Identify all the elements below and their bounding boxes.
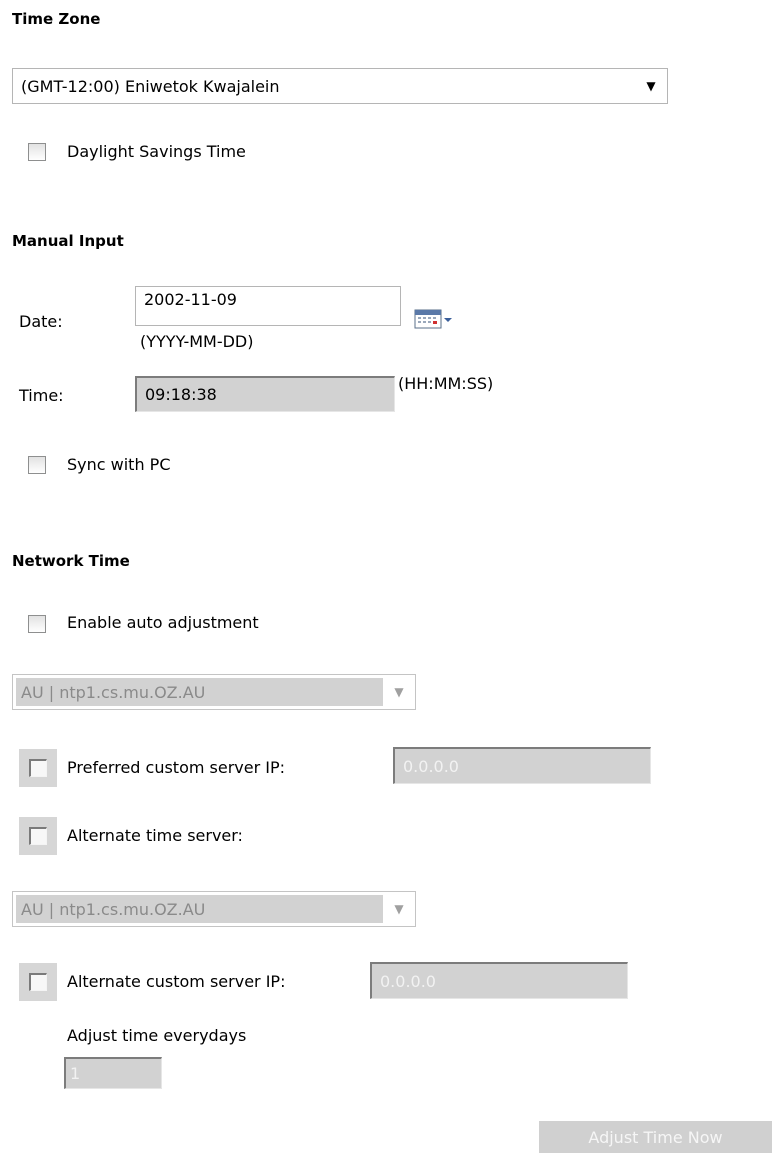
daylight-savings-checkbox[interactable] — [28, 143, 46, 161]
adjust-time-now-button[interactable]: Adjust Time Now — [539, 1121, 772, 1153]
caret-down-icon: ▼ — [646, 79, 656, 93]
enable-auto-adjustment-label: Enable auto adjustment — [67, 613, 259, 632]
time-zone-heading: Time Zone — [12, 10, 101, 28]
date-label: Date: — [19, 312, 63, 331]
ntp-server-value: AU | ntp1.cs.mu.OZ.AU — [16, 678, 383, 706]
alternate-time-server-label: Alternate time server: — [67, 826, 243, 845]
date-format-hint: (YYYY-MM-DD) — [140, 332, 254, 351]
time-label: Time: — [19, 386, 64, 405]
alternate-custom-ip-label: Alternate custom server IP: — [67, 972, 286, 991]
time-input[interactable]: 09:18:38 — [135, 376, 395, 412]
ntp-server-select[interactable]: AU | ntp1.cs.mu.OZ.AU ▼ — [12, 674, 416, 710]
alternate-custom-ip-input[interactable]: 0.0.0.0 — [370, 962, 628, 999]
manual-input-heading: Manual Input — [12, 232, 124, 250]
preferred-custom-ip-label: Preferred custom server IP: — [67, 758, 286, 777]
caret-down-icon: ▼ — [394, 902, 404, 916]
alternate-custom-ip-checkbox[interactable] — [19, 963, 57, 1001]
sync-with-pc-label: Sync with PC — [67, 455, 171, 474]
sync-with-pc-checkbox[interactable] — [28, 456, 46, 474]
alternate-server-value: AU | ntp1.cs.mu.OZ.AU — [16, 895, 383, 923]
adjust-days-label: Adjust time everydays — [67, 1026, 247, 1045]
preferred-custom-ip-input[interactable]: 0.0.0.0 — [393, 747, 651, 784]
enable-auto-adjustment-checkbox[interactable] — [28, 615, 46, 633]
network-time-heading: Network Time — [12, 552, 130, 570]
date-input[interactable]: 2002-11-09 — [135, 286, 401, 326]
adjust-days-input[interactable]: 1 — [64, 1057, 162, 1089]
daylight-savings-label: Daylight Savings Time — [67, 142, 246, 161]
alternate-time-server-checkbox[interactable] — [19, 817, 57, 855]
calendar-icon[interactable] — [414, 306, 470, 330]
time-format-hint: (HH:MM:SS) — [398, 374, 494, 393]
preferred-custom-ip-checkbox[interactable] — [19, 749, 57, 787]
time-zone-value: (GMT-12:00) Eniwetok Kwajalein — [21, 76, 280, 96]
time-zone-select[interactable]: (GMT-12:00) Eniwetok Kwajalein ▼ — [12, 68, 668, 104]
caret-down-icon: ▼ — [394, 685, 404, 699]
alternate-server-select[interactable]: AU | ntp1.cs.mu.OZ.AU ▼ — [12, 891, 416, 927]
